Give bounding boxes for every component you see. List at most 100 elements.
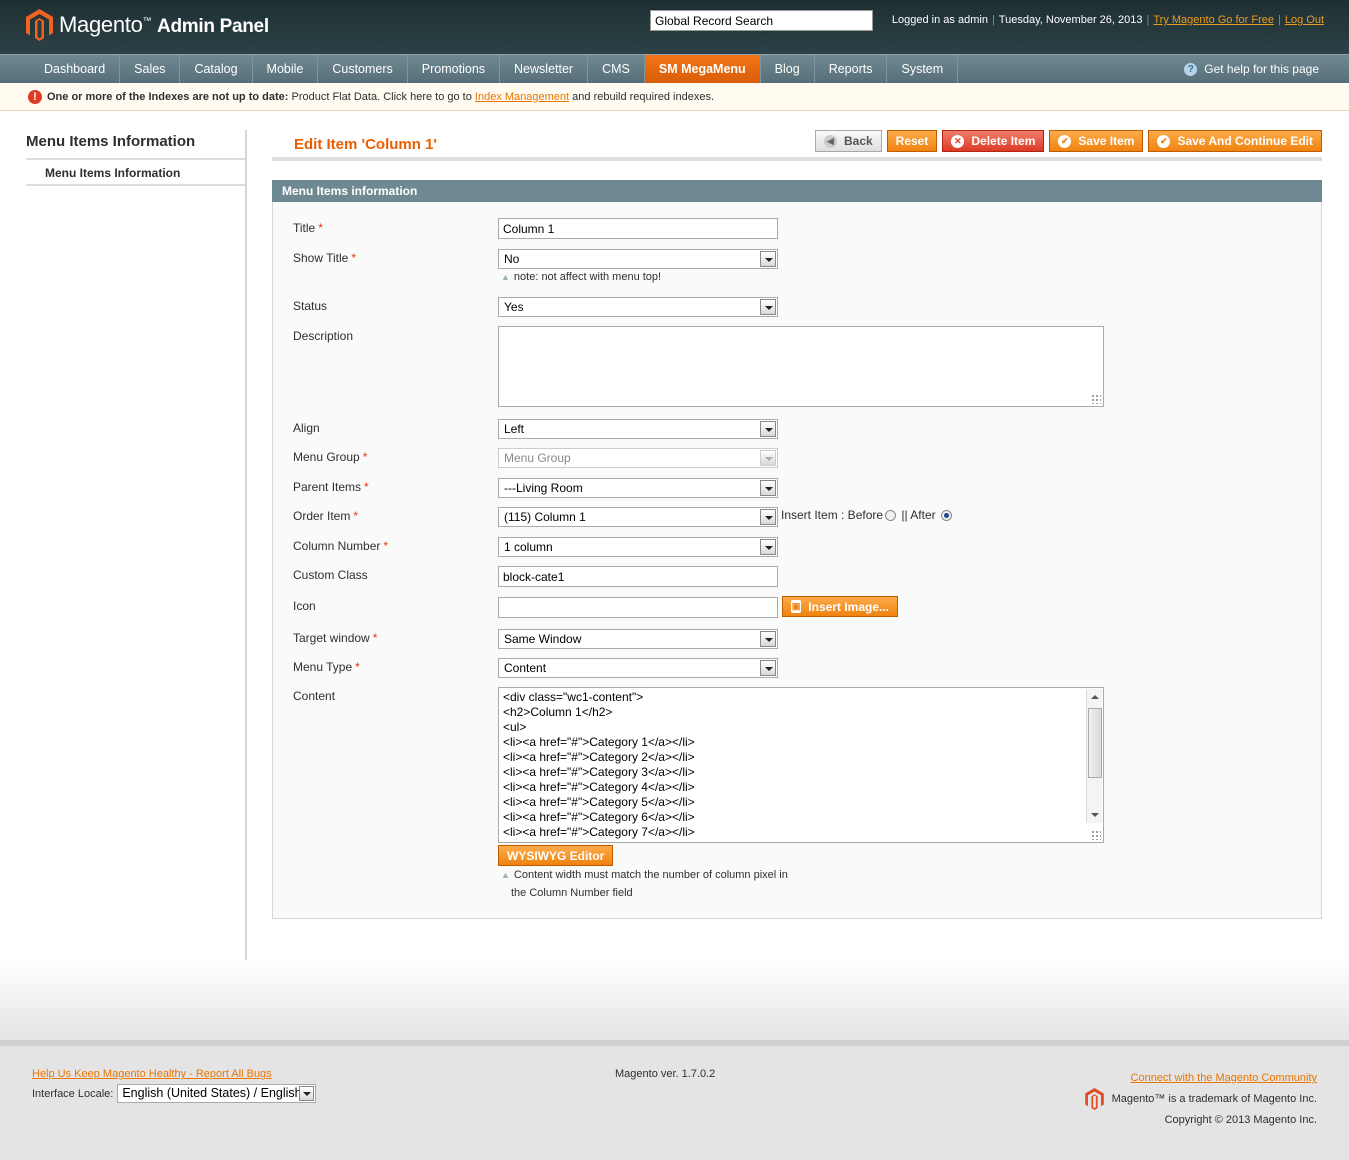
scroll-down-icon[interactable]	[1091, 813, 1099, 817]
error-icon: !	[28, 90, 42, 104]
order-item-select[interactable]: (115) Column 1	[498, 507, 778, 527]
magento-logo[interactable]: Magento™ Admin Panel	[26, 9, 269, 41]
save-continue-button[interactable]: ✔ Save And Continue Edit	[1148, 130, 1322, 152]
nav-item-sales[interactable]: Sales	[120, 55, 181, 83]
parent-items-label: Parent Items *	[293, 480, 369, 494]
check-icon: ✔	[1058, 134, 1072, 148]
page-title: Edit Item 'Column 1'	[294, 136, 437, 153]
notice-text: Product Flat Data. Click here to go to	[291, 91, 472, 103]
content-code: <div class="wc1-content"> <h2>Column 1</h…	[499, 688, 1103, 840]
menu-group-select: Menu Group	[498, 448, 778, 468]
community-link[interactable]: Connect with the Magento Community	[1131, 1072, 1317, 1084]
content-line: <div class="wc1-content">	[503, 690, 644, 704]
locale-switcher: Interface Locale: English (United States…	[32, 1084, 317, 1103]
footer: Help Us Keep Magento Healthy - Report Al…	[0, 1040, 1349, 1160]
column-number-select[interactable]: 1 column	[498, 537, 778, 557]
help-link[interactable]: ? Get help for this page	[1184, 55, 1319, 83]
nav-item-sm-megamenu[interactable]: SM MegaMenu	[644, 55, 761, 83]
custom-class-input[interactable]	[498, 566, 778, 587]
footer-right: Connect with the Magento Community Magen…	[1084, 1068, 1317, 1130]
help-label: Get help for this page	[1204, 62, 1319, 76]
insert-position: Insert Item : Before || After	[781, 508, 954, 522]
insert-image-button[interactable]: ▣ Insert Image...	[782, 596, 898, 617]
version-text: Magento ver. 1.7.0.2	[615, 1068, 716, 1080]
nav-item-catalog[interactable]: Catalog	[180, 55, 253, 83]
report-bugs-link[interactable]: Help Us Keep Magento Healthy - Report Al…	[32, 1068, 272, 1080]
global-search-input[interactable]	[650, 10, 873, 31]
content-line: <li><a href="#">Category 6</a></li>	[503, 810, 695, 824]
content-line: <li><a href="#">Category 3</a></li>	[503, 765, 695, 779]
save-item-button[interactable]: ✔ Save Item	[1049, 130, 1144, 152]
content-line: <h2>Column 1</h2>	[503, 705, 613, 719]
copyright-text: Copyright © 2013 Magento Inc.	[1164, 1114, 1317, 1126]
scroll-up-icon[interactable]	[1091, 695, 1099, 699]
sidebar-title: Menu Items Information	[26, 130, 245, 160]
nav-item-blog[interactable]: Blog	[761, 55, 815, 83]
trademark-text: Magento™ is a trademark of Magento Inc.	[1111, 1093, 1317, 1105]
menu-item-fieldset: Title* Show Title* No ▲note: not affect …	[272, 202, 1322, 919]
resize-grip-icon[interactable]	[1091, 830, 1101, 840]
index-management-link[interactable]: Index Management	[475, 91, 569, 103]
nav-item-system[interactable]: System	[887, 55, 959, 83]
check-icon: ✔	[1157, 134, 1171, 148]
target-window-label: Target window *	[293, 631, 378, 645]
image-icon: ▣	[791, 600, 802, 613]
logo-text: Magento™ Admin Panel	[59, 12, 269, 37]
parent-items-select[interactable]: ---Living Room	[498, 478, 778, 498]
locale-label: Interface Locale:	[32, 1087, 114, 1100]
menu-type-select[interactable]: Content	[498, 658, 778, 678]
target-window-select[interactable]: Same Window	[498, 629, 778, 649]
nav-item-customers[interactable]: Customers	[318, 55, 408, 83]
insert-before-radio[interactable]	[885, 510, 897, 522]
try-magento-link[interactable]: Try Magento Go for Free	[1153, 14, 1274, 26]
nav-item-promotions[interactable]: Promotions	[408, 55, 501, 83]
content-header: Edit Item 'Column 1' ◀ Back Reset ✕ Delete…	[272, 130, 1322, 161]
show-title-select[interactable]: No	[498, 249, 778, 269]
content-textarea[interactable]: <div class="wc1-content"> <h2>Column 1</h…	[498, 687, 1104, 843]
status-label: Status	[293, 299, 328, 313]
chevron-down-icon	[299, 1086, 315, 1101]
align-select[interactable]: Left	[498, 419, 778, 439]
chevron-down-icon	[760, 299, 776, 315]
description-label: Description	[293, 329, 354, 343]
footer-gradient	[0, 960, 1349, 1040]
reset-button[interactable]: Reset	[886, 130, 938, 152]
insert-after-label: || After	[901, 508, 936, 522]
menu-group-label: Menu Group *	[293, 450, 368, 464]
chevron-down-icon	[760, 660, 776, 676]
back-button[interactable]: ◀ Back	[814, 130, 882, 152]
back-arrow-icon: ◀	[823, 134, 837, 148]
nav-item-newsletter[interactable]: Newsletter	[500, 55, 589, 83]
locale-select[interactable]: English (United States) / English	[117, 1084, 317, 1103]
content-scrollbar[interactable]	[1086, 689, 1102, 823]
chevron-down-icon	[760, 480, 776, 496]
icon-input[interactable]	[498, 597, 778, 618]
delete-item-button[interactable]: ✕ Delete Item	[942, 130, 1045, 152]
sidebar-tab-menu-items[interactable]: Menu Items Information	[26, 160, 245, 186]
content-note-2: the Column Number field	[511, 887, 633, 899]
custom-class-label: Custom Class	[293, 568, 368, 582]
magento-logo-icon	[26, 9, 53, 41]
nav-item-cms[interactable]: CMS	[588, 55, 645, 83]
nav-item-dashboard[interactable]: Dashboard	[30, 55, 121, 83]
title-input[interactable]	[498, 218, 778, 239]
index-notice: ! One or more of the Indexes are not up …	[0, 83, 1349, 111]
content-note-1: ▲ Content width must match the number of …	[501, 869, 788, 881]
content-line: <li><a href="#">Category 5</a></li>	[503, 795, 695, 809]
align-label: Align	[293, 421, 320, 435]
sidebar: Menu Items Information Menu Items Inform…	[26, 130, 247, 960]
status-select[interactable]: Yes	[498, 297, 778, 317]
logged-in-text: Logged in as admin	[891, 14, 988, 26]
logout-link[interactable]: Log Out	[1285, 14, 1324, 26]
chevron-down-icon	[760, 421, 776, 437]
chevron-down-icon	[760, 631, 776, 647]
scroll-thumb[interactable]	[1088, 708, 1102, 778]
wysiwyg-editor-button[interactable]: WYSIWYG Editor	[498, 845, 614, 866]
description-textarea[interactable]	[498, 326, 1104, 407]
nav-item-mobile[interactable]: Mobile	[253, 55, 319, 83]
nav-item-reports[interactable]: Reports	[815, 55, 888, 83]
insert-after-radio[interactable]	[940, 510, 952, 522]
resize-grip-icon[interactable]	[1091, 394, 1101, 404]
show-title-note: ▲ note: not affect with menu top!	[501, 271, 662, 283]
date-text: Tuesday, November 26, 2013	[998, 14, 1143, 26]
